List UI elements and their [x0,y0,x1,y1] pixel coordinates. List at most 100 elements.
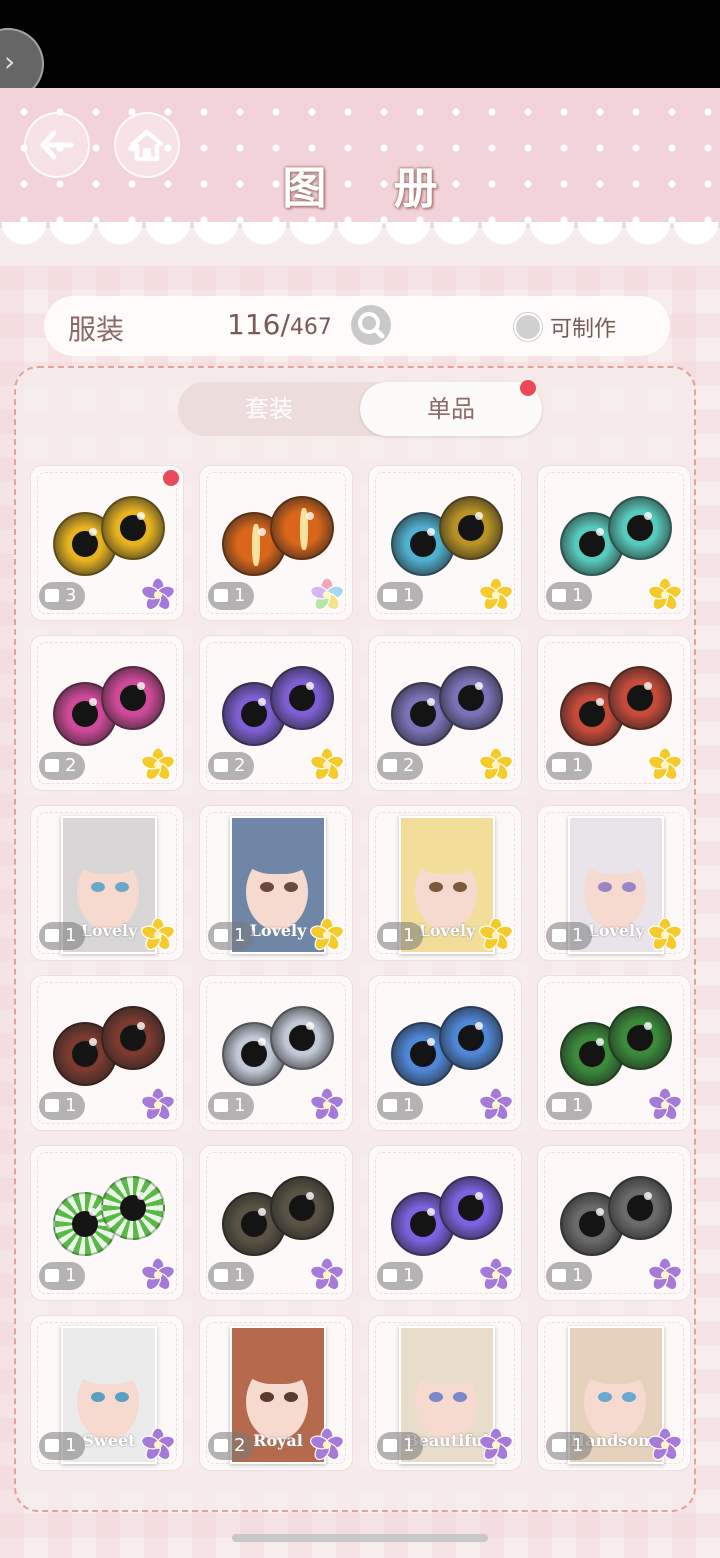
owned-quantity-badge: 1 [39,1262,85,1290]
eyes-item-icon [560,1006,672,1086]
doll-eye [622,1392,636,1402]
quantity-value: 2 [234,755,246,776]
item-card[interactable]: 2 [368,635,522,791]
bag-icon [214,929,228,942]
owned-quantity-badge: 1 [39,1432,85,1460]
purple-flower-icon [479,1427,513,1462]
item-card[interactable]: 1 [30,975,184,1131]
bag-icon [214,759,228,772]
item-card[interactable]: 1 [199,975,353,1131]
quantity-value: 1 [403,1095,415,1116]
item-card[interactable]: 1 [368,975,522,1131]
quantity-value: 2 [403,755,415,776]
bag-icon [45,1099,59,1112]
owned-quantity-badge: 1 [546,1432,592,1460]
owned-quantity-badge: 1 [546,1092,592,1120]
gold-flower-icon [648,747,682,782]
item-card[interactable]: Lovely 1 [30,805,184,961]
doll-hair [570,1328,662,1384]
owned-quantity-badge: 1 [377,1432,423,1460]
craftable-radio[interactable] [514,313,542,341]
iris-icon [270,1176,334,1240]
owned-quantity-badge: 1 [546,1262,592,1290]
quantity-value: 1 [65,925,77,946]
item-card[interactable]: 1 [30,1145,184,1301]
lace-border [0,222,720,266]
eyes-item-icon [53,1176,165,1256]
iris-icon [101,496,165,560]
item-card[interactable]: 1 [368,465,522,621]
gold-flower-icon [479,577,513,612]
bag-icon [214,1099,228,1112]
doll-eye [598,882,612,892]
eyes-item-icon [53,666,165,746]
doll-hair [401,1328,493,1384]
item-card[interactable]: 1 [368,1145,522,1301]
tab-single-items[interactable]: 单品 [360,382,542,436]
owned-quantity-badge: 3 [39,582,85,610]
purple-flower-icon [310,1257,344,1292]
collection-info-bar: 服装 116/467 可制作 [44,296,670,356]
item-card[interactable]: 1 [537,635,691,791]
doll-eye [91,1392,105,1402]
item-card[interactable]: Lovely 1 [199,805,353,961]
item-card[interactable]: 1 [537,465,691,621]
gold-flower-icon [310,917,344,952]
item-card[interactable]: 1 [199,465,353,621]
item-card[interactable]: 1 [199,1145,353,1301]
item-card[interactable]: 1 [537,975,691,1131]
item-card[interactable]: 1 [537,1145,691,1301]
item-card[interactable]: Handsome 1 [537,1315,691,1471]
eyes-item-icon [560,666,672,746]
item-card[interactable]: Sweet 1 [30,1315,184,1471]
quantity-value: 1 [65,1265,77,1286]
purple-flower-icon [141,577,175,612]
gold-flower-icon [648,917,682,952]
doll-hair [232,818,324,874]
craftable-label: 可制作 [550,317,617,342]
gold-flower-icon [479,917,513,952]
tab-outfit-sets[interactable]: 套装 [178,382,360,436]
gold-flower-icon [648,577,682,612]
purple-flower-icon [648,1427,682,1462]
iris-icon [101,1176,165,1240]
gold-flower-icon [141,747,175,782]
bag-icon [45,929,59,942]
search-button[interactable] [351,305,391,345]
item-card[interactable]: Beautiful 1 [368,1315,522,1471]
quantity-value: 1 [234,1265,246,1286]
eyes-item-icon [391,1006,503,1086]
item-card[interactable]: 3 [30,465,184,621]
doll-eye [429,882,443,892]
quantity-value: 1 [572,925,584,946]
item-card[interactable]: 2 [199,635,353,791]
quantity-value: 1 [572,585,584,606]
bag-icon [552,1439,566,1452]
owned-quantity-badge: 1 [546,922,592,950]
doll-eye [598,1392,612,1402]
item-card[interactable]: 2 [30,635,184,791]
owned-quantity-badge: 1 [39,922,85,950]
new-badge-dot [520,380,536,396]
purple-flower-icon [648,1087,682,1122]
doll-eye [453,1392,467,1402]
item-card[interactable]: Royal 2 [199,1315,353,1471]
bag-icon [552,759,566,772]
doll-hair [401,818,493,874]
iris-icon [608,496,672,560]
purple-flower-icon [310,1087,344,1122]
doll-eye [453,882,467,892]
item-card[interactable]: Lovely 1 [368,805,522,961]
owned-quantity-badge: 2 [39,752,85,780]
owned-quantity-badge: 1 [377,1262,423,1290]
quantity-value: 1 [234,1095,246,1116]
owned-quantity-badge: 2 [377,752,423,780]
owned-quantity-badge: 1 [208,922,254,950]
owned-quantity-badge: 1 [208,1262,254,1290]
doll-eye [260,1392,274,1402]
rainbow-flower-icon [310,577,344,612]
iris-icon [439,1176,503,1240]
chevron-right-icon: › [4,45,16,78]
doll-eye [115,882,129,892]
item-card[interactable]: Lovely 1 [537,805,691,961]
